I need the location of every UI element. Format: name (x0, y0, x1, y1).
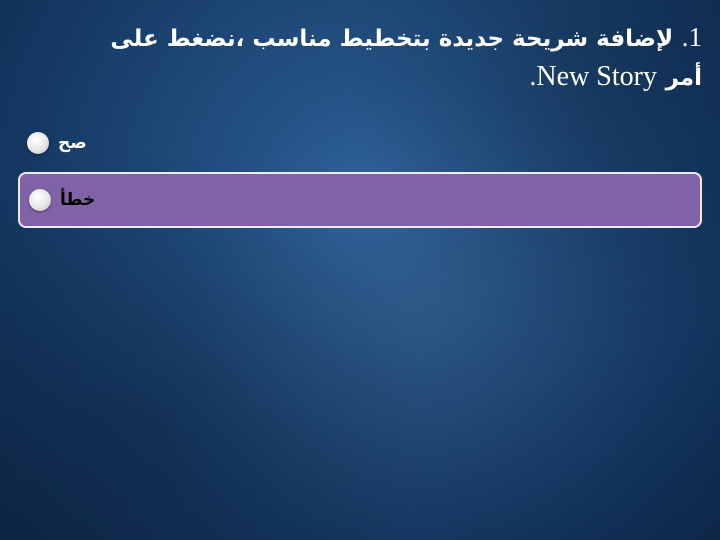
radio-button-false[interactable] (29, 189, 51, 211)
answer-label-false: خطأ (60, 190, 96, 210)
answer-option-false-selected[interactable]: خطأ (18, 172, 702, 228)
radio-button-true[interactable] (27, 132, 49, 154)
answer-label-true: صح (58, 133, 87, 153)
question-command: New Story (536, 61, 657, 92)
answer-option-true[interactable]: صح (18, 124, 702, 162)
question-text: 1. لإضافة شريحة جديدة بتخطيط مناسب ،نضغط… (80, 18, 702, 97)
question-number: 1. (681, 22, 702, 52)
